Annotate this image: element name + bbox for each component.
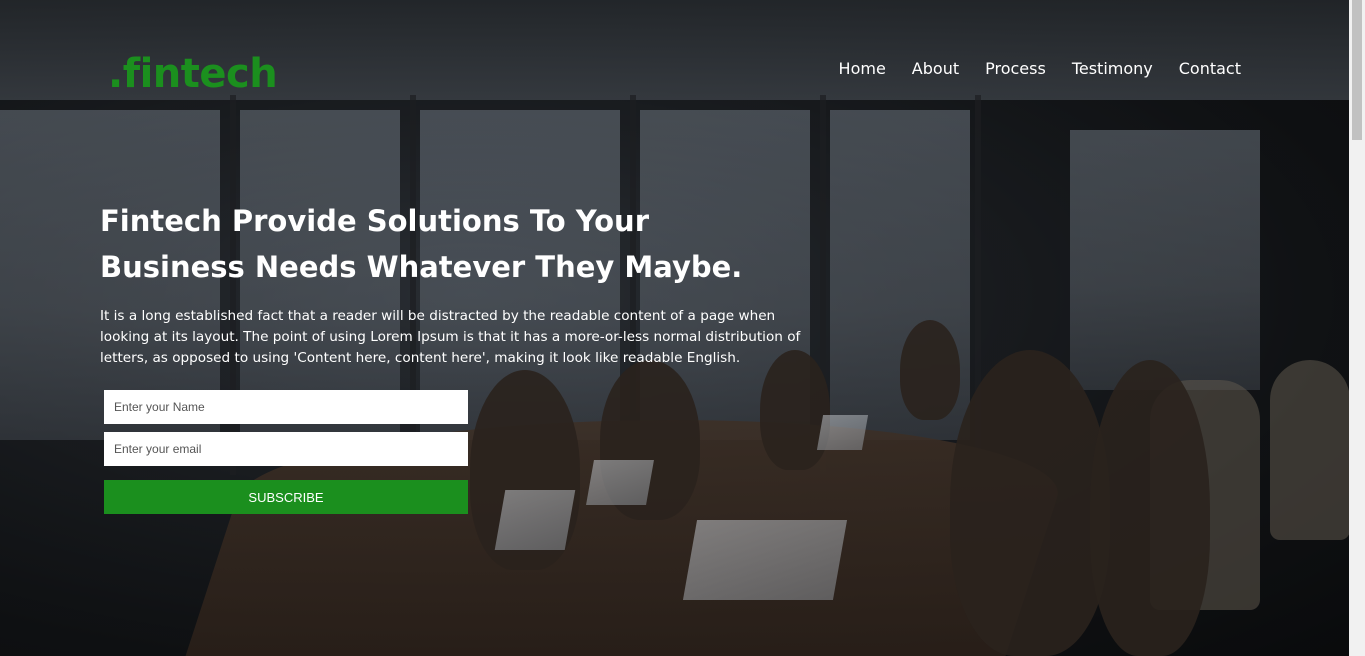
page-scrollbar[interactable]	[1349, 0, 1365, 656]
nav-item-home[interactable]: Home	[839, 58, 886, 80]
subscribe-button[interactable]: SUBSCRIBE	[104, 480, 468, 514]
nav-item-about[interactable]: About	[912, 58, 959, 80]
chair-shape	[1270, 360, 1349, 540]
nav-item-process[interactable]: Process	[985, 58, 1046, 80]
laptop-shape	[494, 490, 576, 550]
person-silhouette	[900, 320, 960, 420]
laptop-shape	[816, 415, 869, 450]
laptop-shape	[586, 460, 654, 505]
person-silhouette	[950, 350, 1110, 656]
window-pane	[1070, 130, 1260, 390]
hero-headline: Fintech Provide Solutions To Your Busine…	[100, 204, 743, 284]
name-input[interactable]	[104, 390, 468, 424]
scrollbar-thumb[interactable]	[1352, 0, 1362, 140]
person-silhouette	[1090, 360, 1210, 656]
nav-item-testimony[interactable]: Testimony	[1072, 58, 1153, 80]
hero-intro: It is a long established fact that a rea…	[100, 308, 801, 366]
nav-item-contact[interactable]: Contact	[1179, 58, 1241, 80]
brand-logo[interactable]: .fintech	[108, 48, 278, 100]
subscribe-form: SUBSCRIBE	[104, 390, 468, 514]
main-nav: Home About Process Testimony Contact	[839, 58, 1241, 80]
email-input[interactable]	[104, 432, 468, 466]
laptop-shape	[682, 520, 848, 600]
landing-page: .fintech Home About Process Testimony Co…	[0, 0, 1365, 656]
